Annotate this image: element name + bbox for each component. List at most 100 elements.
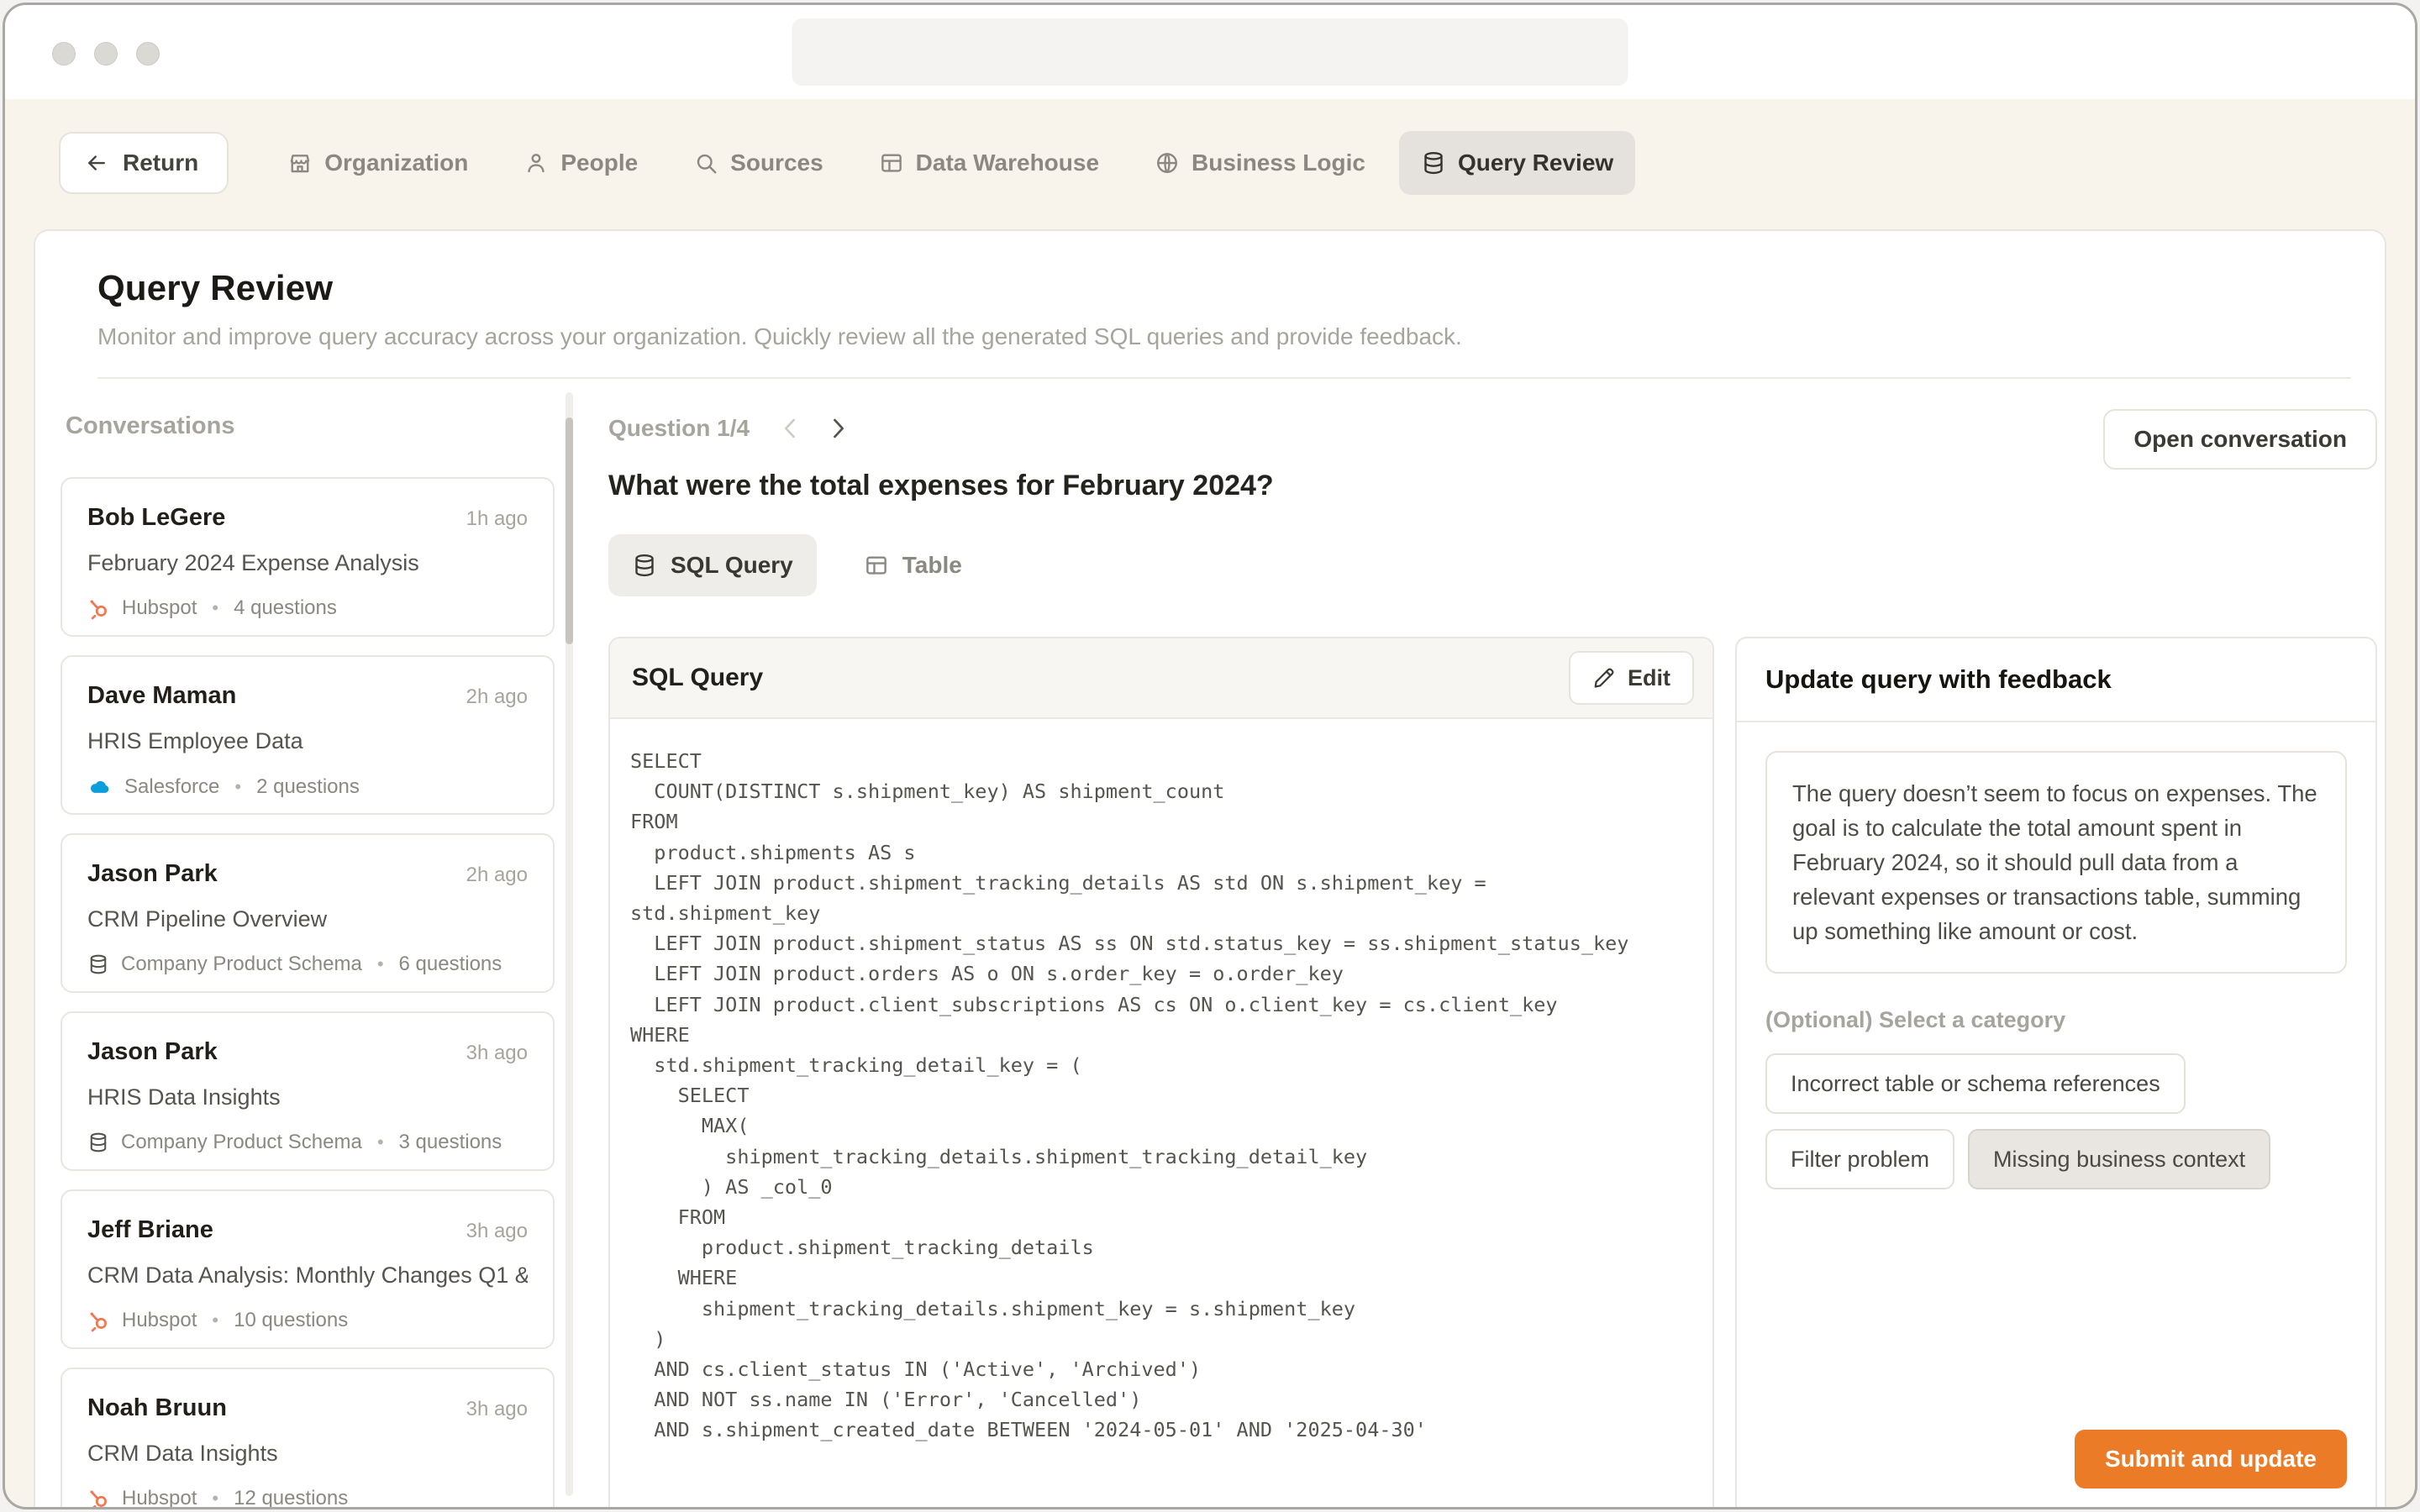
return-button[interactable]: Return <box>59 132 229 194</box>
nav-tab-organization[interactable]: Organization <box>266 131 490 195</box>
feedback-panel-header: Update query with feedback <box>1737 638 2375 722</box>
sidebar-scrollbar-thumb[interactable] <box>566 417 573 644</box>
sql-panel-title: SQL Query <box>632 664 763 692</box>
nav-tab-label: Sources <box>730 150 823 176</box>
conversation-source: Company Product Schema <box>121 953 362 976</box>
conversation-time: 3h ago <box>466 1042 528 1065</box>
conversations-list: Bob LeGere1h agoFebruary 2024 Expense An… <box>60 477 555 1507</box>
chevron-left-icon <box>776 414 805 443</box>
nav-tab-sources[interactable]: Sources <box>671 131 845 195</box>
conversation-card[interactable]: Jason Park 2h ago CRM Pipeline Overview Com… <box>60 833 555 993</box>
conversation-question-count: 10 questions <box>234 1309 348 1332</box>
conversation-source: Hubspot <box>122 596 197 620</box>
address-bar[interactable] <box>792 18 1628 86</box>
view-tabs: SQL Query Table <box>608 534 2377 596</box>
page-header: Query Review Monitor and improve query a… <box>35 231 2385 379</box>
sql-panel-header: SQL Query Edit <box>610 638 1712 719</box>
category-chip[interactable]: Missing business context <box>1968 1129 2270 1189</box>
conversation-question-count: 2 questions <box>256 775 360 799</box>
store-icon <box>287 150 313 176</box>
view-tab-sql-query[interactable]: SQL Query <box>608 534 817 596</box>
arrow-left-icon <box>84 150 109 176</box>
screen: Return Organization People Sources Data War… <box>0 0 2420 1512</box>
next-question-button[interactable] <box>818 409 857 448</box>
nav-tabs: Organization People Sources Data Warehouse B… <box>266 131 1635 195</box>
sql-code-block[interactable]: SELECT COUNT(DISTINCT s.shipment_key) AS… <box>610 719 1712 1473</box>
conversation-source: Hubspot <box>122 1309 197 1332</box>
category-label: (Optional) Select a category <box>1765 1007 2347 1033</box>
page-subtitle: Monitor and improve query accuracy acros… <box>97 323 2351 350</box>
feedback-panel-title: Update query with feedback <box>1765 664 2112 695</box>
conversation-question-count: 3 questions <box>399 1131 502 1154</box>
table-icon <box>879 150 904 176</box>
conversation-title: CRM Pipeline Overview <box>87 906 528 932</box>
conversation-time: 3h ago <box>466 1398 528 1421</box>
return-label: Return <box>123 150 198 176</box>
view-tab-label: Table <box>902 552 962 579</box>
nav-tab-label: Business Logic <box>1192 150 1365 176</box>
conversations-title: Conversations <box>66 412 580 440</box>
traffic-lights <box>52 42 160 66</box>
edit-query-button[interactable]: Edit <box>1569 651 1694 705</box>
dot-separator: • <box>208 1488 222 1507</box>
submit-and-update-button[interactable]: Submit and update <box>2075 1430 2347 1488</box>
pencil-icon <box>1592 666 1616 690</box>
dot-separator: • <box>374 953 387 975</box>
conversation-time: 2h ago <box>466 864 528 887</box>
dot-separator: • <box>231 776 245 798</box>
conversation-card[interactable]: Dave Maman2h agoHRIS Employee DataSalesf… <box>60 655 555 815</box>
app-window: Return Organization People Sources Data War… <box>3 3 2417 1509</box>
sql-query-panel: SQL Query Edit SELECT COUNT(DISTINCT s.s… <box>608 637 1714 1507</box>
conversation-card[interactable]: Bob LeGere1h agoFebruary 2024 Expense An… <box>60 477 555 637</box>
question-review-main: Question 1/4 What were the total expense… <box>580 379 2386 1504</box>
conversation-card[interactable]: Noah Bruun3h agoCRM Data InsightsHubspot… <box>60 1368 555 1507</box>
conversation-question-count: 4 questions <box>234 596 337 620</box>
conversation-source: Hubspot <box>122 1487 197 1507</box>
category-chip[interactable]: Filter problem <box>1765 1129 1954 1189</box>
dot-separator: • <box>374 1131 387 1153</box>
conversation-card[interactable]: Jeff Briane3h agoCRM Data Analysis: Mont… <box>60 1189 555 1349</box>
close-window-icon[interactable] <box>52 42 76 66</box>
conversation-time: 2h ago <box>466 685 528 709</box>
chevron-right-icon <box>823 414 852 443</box>
nav-tab-label: Query Review <box>1458 150 1613 176</box>
previous-question-button[interactable] <box>771 409 810 448</box>
open-conversation-button[interactable]: Open conversation <box>2103 409 2377 470</box>
feedback-text-input[interactable]: The query doesn’t seem to focus on expen… <box>1765 751 2347 974</box>
conversation-question-count: 12 questions <box>234 1487 348 1507</box>
view-tab-table[interactable]: Table <box>840 534 986 596</box>
nav-tab-data-warehouse[interactable]: Data Warehouse <box>857 131 1121 195</box>
window-chrome <box>5 5 2415 99</box>
edit-label: Edit <box>1628 665 1670 691</box>
conversations-sidebar: Conversations Bob LeGere1h agoFebruary 2… <box>35 379 580 1504</box>
globe-icon <box>1155 150 1180 176</box>
category-chip[interactable]: Incorrect table or schema references <box>1765 1053 2186 1114</box>
nav-tab-label: Data Warehouse <box>916 150 1099 176</box>
schema-icon <box>87 953 109 975</box>
conversation-user: Jeff Briane <box>87 1216 213 1244</box>
database-icon <box>1421 150 1446 176</box>
category-chips: Incorrect table or schema references Filt… <box>1765 1053 2347 1189</box>
conversation-time: 3h ago <box>466 1220 528 1243</box>
nav-tab-people[interactable]: People <box>502 131 660 195</box>
conversation-time: 1h ago <box>466 507 528 531</box>
schema-icon <box>87 1131 109 1153</box>
conversation-user: Jason Park <box>87 860 218 888</box>
dot-separator: • <box>208 597 222 619</box>
conversation-user: Bob LeGere <box>87 504 225 532</box>
page-title: Query Review <box>97 268 2351 308</box>
content-card: Query Review Monitor and improve query a… <box>34 229 2386 1507</box>
conversation-card[interactable]: Jason Park3h agoHRIS Data InsightsCompan… <box>60 1011 555 1171</box>
minimize-window-icon[interactable] <box>94 42 118 66</box>
question-counter: Question 1/4 <box>608 415 750 442</box>
nav-tab-query-review[interactable]: Query Review <box>1399 131 1635 195</box>
nav-tab-business-logic[interactable]: Business Logic <box>1133 131 1387 195</box>
conversation-user: Jason Park <box>87 1038 218 1066</box>
salesforce-icon <box>87 774 113 800</box>
view-tab-label: SQL Query <box>671 552 793 579</box>
nav-tab-label: Organization <box>324 150 468 176</box>
search-icon <box>693 150 718 176</box>
conversation-title: HRIS Employee Data <box>87 728 528 754</box>
zoom-window-icon[interactable] <box>136 42 160 66</box>
database-icon <box>632 553 657 578</box>
